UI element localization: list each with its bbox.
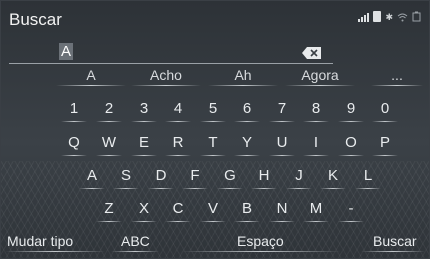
- key-7[interactable]: 7: [267, 100, 297, 124]
- key-f[interactable]: F: [180, 167, 210, 191]
- key-0[interactable]: 0: [370, 100, 400, 124]
- change-type-button[interactable]: Mudar tipo: [7, 233, 73, 249]
- key-5[interactable]: 5: [198, 100, 228, 124]
- key-b[interactable]: B: [232, 200, 262, 224]
- key-m[interactable]: M: [301, 200, 331, 224]
- key-t[interactable]: T: [198, 134, 228, 158]
- key-v[interactable]: V: [198, 200, 228, 224]
- search-screen: Buscar ✱ A A Acho Ah Agora ... 1 2 3 4 5…: [0, 0, 430, 259]
- wifi-icon: [397, 13, 408, 22]
- search-input-row[interactable]: A: [9, 41, 333, 64]
- key-g[interactable]: G: [215, 167, 245, 191]
- page-title: Buscar: [9, 10, 62, 29]
- key-o[interactable]: O: [336, 134, 366, 158]
- status-bar: ✱: [358, 11, 421, 22]
- bluetooth-icon: ✱: [385, 12, 393, 22]
- abc-button[interactable]: ABC: [121, 233, 150, 249]
- battery-icon: [412, 11, 421, 22]
- key-2[interactable]: 2: [94, 100, 124, 124]
- signal-icon: [358, 12, 370, 22]
- key-d[interactable]: D: [146, 167, 176, 191]
- key-n[interactable]: N: [267, 200, 297, 224]
- prediction-bar: A Acho Ah Agora ...: [1, 67, 429, 89]
- key-p[interactable]: P: [370, 134, 400, 158]
- key-s[interactable]: S: [111, 167, 141, 191]
- key-c[interactable]: C: [163, 200, 193, 224]
- key-l[interactable]: L: [353, 167, 383, 191]
- key-1[interactable]: 1: [59, 100, 89, 124]
- key-9[interactable]: 9: [336, 100, 366, 124]
- phone-icon: [373, 11, 382, 22]
- space-button[interactable]: Espaço: [237, 233, 284, 249]
- key-3[interactable]: 3: [129, 100, 159, 124]
- key-y[interactable]: Y: [232, 134, 262, 158]
- prediction-item[interactable]: Ah: [234, 67, 251, 83]
- key-q[interactable]: Q: [59, 134, 89, 158]
- prediction-item[interactable]: A: [86, 67, 95, 83]
- key-i[interactable]: I: [301, 134, 331, 158]
- key-z[interactable]: Z: [94, 200, 124, 224]
- key-u[interactable]: U: [267, 134, 297, 158]
- more-predictions-button[interactable]: ...: [391, 67, 403, 83]
- backspace-icon[interactable]: [301, 46, 323, 60]
- key-e[interactable]: E: [129, 134, 159, 158]
- key-h[interactable]: H: [249, 167, 279, 191]
- search-button[interactable]: Buscar: [373, 233, 417, 249]
- key-j[interactable]: J: [284, 167, 314, 191]
- key-k[interactable]: K: [318, 167, 348, 191]
- key-4[interactable]: 4: [163, 100, 193, 124]
- key-x[interactable]: X: [129, 200, 159, 224]
- search-input[interactable]: A: [59, 43, 74, 60]
- prediction-item[interactable]: Agora: [301, 67, 338, 83]
- key-8[interactable]: 8: [301, 100, 331, 124]
- key-a[interactable]: A: [77, 167, 107, 191]
- key-r[interactable]: R: [163, 134, 193, 158]
- key-w[interactable]: W: [94, 134, 124, 158]
- key-6[interactable]: 6: [232, 100, 262, 124]
- key-hyphen[interactable]: -: [336, 200, 366, 224]
- prediction-item[interactable]: Acho: [150, 67, 182, 83]
